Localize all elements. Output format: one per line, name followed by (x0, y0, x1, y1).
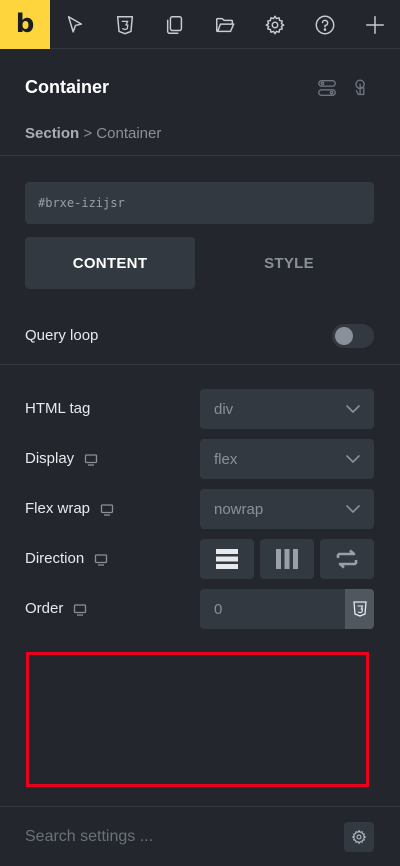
breadcrumb-parent[interactable]: Section (25, 125, 79, 142)
panel-title: Container (25, 77, 110, 97)
css-value-button[interactable] (345, 589, 374, 629)
breadcrumb-separator: > (83, 125, 93, 142)
direction-reverse-button[interactable] (320, 539, 374, 579)
flex-wrap-select[interactable]: nowrap (200, 489, 374, 529)
element-id-field[interactable]: #brxe-izijsr (25, 182, 374, 224)
logo-letter: b (15, 8, 35, 39)
responsive-monitor-icon (73, 603, 87, 616)
breadcrumb: Section > Container (25, 125, 161, 142)
css3-icon (352, 601, 367, 617)
pointer-icon[interactable] (50, 0, 100, 49)
css3-icon[interactable] (100, 0, 150, 49)
help-icon[interactable] (300, 0, 350, 49)
html-tag-label-text: HTML tag (25, 400, 91, 417)
query-loop-toggle[interactable] (332, 324, 374, 348)
direction-reverse-icon (336, 549, 358, 569)
order-label: Order (25, 600, 87, 617)
breadcrumb-current: Container (96, 125, 162, 142)
direction-label-text: Direction (25, 550, 85, 567)
chevron-down-icon (346, 404, 360, 413)
flex-wrap-label: Flex wrap (25, 500, 114, 517)
add-icon[interactable] (350, 0, 400, 49)
toggle-panel-icon[interactable] (316, 77, 338, 99)
responsive-monitor-icon (84, 453, 98, 466)
direction-row-button[interactable] (200, 539, 254, 579)
display-label: Display (25, 450, 98, 467)
responsive-monitor-icon (100, 503, 114, 516)
flex-wrap-value: nowrap (214, 500, 264, 518)
search-settings-gear-icon[interactable] (344, 822, 374, 852)
flex-wrap-label-text: Flex wrap (25, 500, 91, 517)
html-tag-select[interactable]: div (200, 389, 374, 429)
tab-content[interactable]: CONTENT (25, 237, 195, 289)
html-tag-label: HTML tag (25, 400, 90, 417)
direction-column-icon (276, 549, 298, 569)
search-settings-input[interactable]: Search settings ... (25, 828, 153, 846)
section-divider (0, 364, 400, 365)
direction-column-button[interactable] (260, 539, 314, 579)
top-toolbar: b (0, 0, 400, 49)
chevron-down-icon (346, 454, 360, 463)
builder-logo[interactable]: b (0, 0, 50, 49)
order-label-text: Order (25, 600, 64, 617)
direction-row-icon (216, 549, 238, 569)
html-tag-value: div (214, 400, 234, 418)
responsive-monitor-icon (94, 553, 108, 566)
order-placeholder: 0 (214, 600, 223, 618)
folder-icon[interactable] (200, 0, 250, 49)
tab-style[interactable]: STYLE (204, 237, 374, 289)
pages-icon[interactable] (150, 0, 200, 49)
chevron-down-icon (346, 504, 360, 513)
display-label-text: Display (25, 450, 75, 467)
display-select[interactable]: flex (200, 439, 374, 479)
display-value: flex (214, 450, 238, 468)
order-input[interactable]: 0 (200, 589, 345, 629)
highlight-box (26, 652, 369, 787)
settings-gear-icon[interactable] (250, 0, 300, 49)
hover-state-icon[interactable] (350, 77, 372, 99)
toggle-knob (335, 327, 353, 345)
query-loop-label: Query loop (25, 327, 99, 344)
direction-label: Direction (25, 550, 108, 567)
